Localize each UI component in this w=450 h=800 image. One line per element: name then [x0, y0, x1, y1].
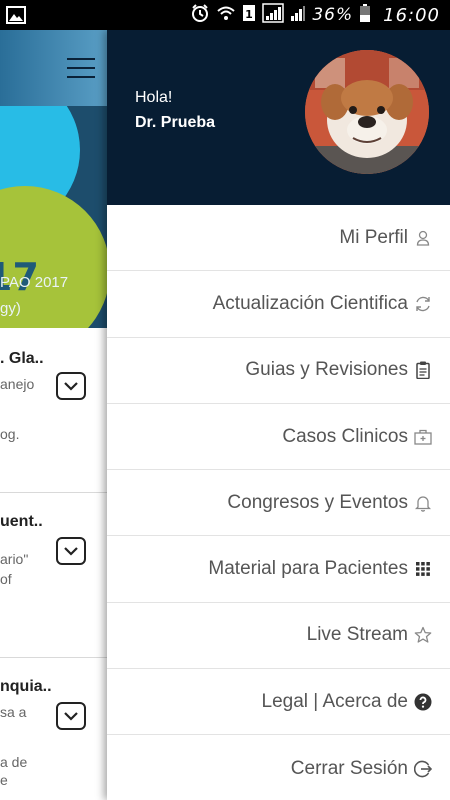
card-title: nquia.. — [0, 678, 52, 695]
menu-item-label: Guias y Revisiones — [245, 359, 408, 381]
menu-item-congresos-eventos[interactable]: Congresos y Eventos — [107, 470, 450, 537]
expand-chevron-icon[interactable] — [56, 702, 86, 730]
bell-icon — [414, 494, 432, 512]
menu-item-label: Cerrar Sesión — [290, 757, 408, 779]
list-item[interactable]: uent.. ario" of — [0, 493, 108, 658]
card-title: . Gla.. — [0, 350, 44, 367]
banner-title-text: PAO 2017 — [0, 274, 69, 291]
clock-time: 16:00 — [383, 4, 440, 26]
expand-chevron-icon[interactable] — [56, 537, 86, 565]
user-name: Dr. Prueba — [135, 114, 216, 131]
menu-item-label: Material para Pacientes — [208, 558, 408, 580]
status-bar: 1 36% 16:00 — [0, 0, 450, 30]
card-text: a de — [0, 754, 28, 770]
logout-icon — [414, 760, 432, 778]
menu-item-label: Congresos y Eventos — [227, 491, 408, 513]
card-text: e — [0, 772, 8, 788]
question-icon — [414, 693, 432, 711]
gallery-notification-icon — [6, 5, 28, 25]
menu-item-actualizacion-cientifica[interactable]: Actualización Cientifica — [107, 271, 450, 338]
card-text: of — [0, 571, 12, 587]
card-text: ario" — [0, 551, 29, 567]
wifi-icon — [216, 3, 236, 28]
menu-item-cerrar-sesion[interactable]: Cerrar Sesión — [107, 735, 450, 800]
menu-item-label: Live Stream — [306, 624, 408, 646]
menu-item-label: Casos Clinicos — [282, 425, 408, 447]
menu-item-mi-perfil[interactable]: Mi Perfil — [107, 205, 450, 272]
greeting-text: Hola! — [135, 89, 173, 106]
menu-item-label: Legal | Acerca de — [261, 690, 408, 712]
navigation-drawer: Hola! Dr. Prueba Mi Perfil Actualización… — [107, 30, 450, 800]
drawer-header: Hola! Dr. Prueba — [107, 30, 450, 205]
menu-item-live-stream[interactable]: Live Stream — [107, 603, 450, 670]
card-text: sa a — [0, 704, 27, 720]
card-text: og. — [0, 426, 20, 442]
medical-kit-icon — [414, 428, 432, 446]
banner-subtitle-text: gy) — [0, 300, 21, 317]
event-banner[interactable]: 17 PAO 2017 gy) — [0, 30, 108, 328]
list-item[interactable]: nquia.. sa a a de e — [0, 658, 108, 800]
refresh-icon — [414, 295, 432, 313]
app-screen: 1 36% 16:00 17 PAO 2017 gy) . — [0, 0, 450, 800]
hamburger-menu-icon[interactable] — [67, 58, 95, 78]
menu-item-label: Mi Perfil — [339, 226, 408, 248]
card-text: anejo — [0, 376, 35, 392]
sim-one-icon: 1 — [242, 3, 256, 28]
drawer-menu: Mi Perfil Actualización Cientifica Guias… — [107, 205, 450, 800]
list-item[interactable]: . Gla.. anejo og. — [0, 328, 108, 493]
battery-percent: 36% — [312, 5, 354, 25]
user-icon — [414, 229, 432, 247]
menu-item-legal-acerca[interactable]: Legal | Acerca de — [107, 669, 450, 736]
expand-chevron-icon[interactable] — [56, 372, 86, 400]
menu-item-material-pacientes[interactable]: Material para Pacientes — [107, 536, 450, 603]
svg-text:1: 1 — [246, 8, 254, 21]
battery-icon — [359, 3, 371, 28]
star-icon — [414, 626, 432, 644]
grid-icon — [414, 560, 432, 578]
menu-item-guias-revisiones[interactable]: Guias y Revisiones — [107, 338, 450, 404]
background-content: 17 PAO 2017 gy) . Gla.. anejo og. uent..… — [0, 30, 108, 800]
signal-strength-2-icon — [290, 3, 306, 28]
card-title: uent.. — [0, 513, 43, 530]
signal-strength-icon — [262, 2, 285, 28]
avatar[interactable] — [305, 50, 429, 174]
alarm-icon — [190, 3, 210, 28]
clipboard-icon — [414, 361, 432, 380]
menu-item-label: Actualización Cientifica — [212, 292, 408, 314]
menu-item-casos-clinicos[interactable]: Casos Clinicos — [107, 404, 450, 471]
